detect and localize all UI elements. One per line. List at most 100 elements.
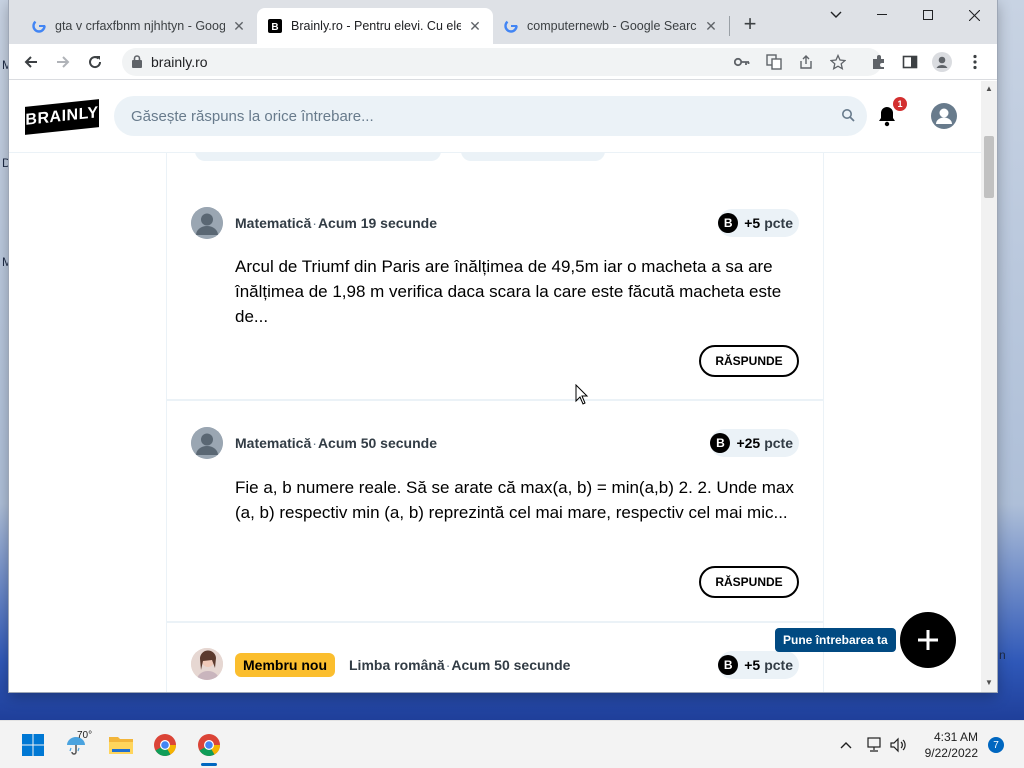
- brainly-page: Matematică·Acum 19 secunde B +5 pcte Arc…: [9, 81, 981, 692]
- system-clock[interactable]: 4:31 AM 9/22/2022: [912, 729, 978, 761]
- chevron-up-icon: [840, 742, 852, 749]
- weather-temperature: 70°: [77, 730, 93, 741]
- google-icon: [31, 18, 47, 34]
- points-badge: B +5 pcte: [718, 651, 799, 679]
- share-icon[interactable]: [797, 53, 815, 71]
- tab-brainly[interactable]: B Brainly.ro - Pentru elevi. Cu elevi. ✕: [257, 8, 493, 44]
- points-value: +5: [744, 657, 761, 673]
- user-profile-button[interactable]: [931, 103, 957, 134]
- subject-label[interactable]: Matematică: [235, 435, 311, 451]
- notification-center-badge[interactable]: 7: [988, 737, 1004, 753]
- minimize-icon: [877, 14, 887, 15]
- network-button[interactable]: [864, 735, 884, 755]
- chevron-down-icon: [830, 11, 842, 18]
- tab-computernewb-search[interactable]: computernewb - Google Search ✕: [493, 8, 729, 44]
- points-badge: B +5 pcte: [718, 209, 799, 237]
- points-unit: pcte: [764, 215, 793, 231]
- file-explorer-button[interactable]: [105, 729, 137, 761]
- tab-search-button[interactable]: [813, 0, 859, 30]
- reload-button[interactable]: [81, 48, 109, 76]
- question-meta: Matematică·Acum 50 secunde: [235, 435, 437, 451]
- search-input[interactable]: Găsește răspuns la orice întrebare...: [114, 96, 867, 136]
- profile-button[interactable]: [928, 48, 956, 76]
- browser-menu-button[interactable]: [961, 48, 989, 76]
- show-hidden-icons-button[interactable]: [836, 735, 856, 755]
- close-tab-icon[interactable]: ✕: [231, 18, 247, 35]
- points-value: +25: [736, 435, 761, 451]
- scroll-up-arrow-icon[interactable]: ▲: [985, 84, 993, 93]
- extensions-button[interactable]: [865, 48, 893, 76]
- maximize-button[interactable]: [905, 0, 951, 30]
- question-feed: Matematică·Acum 19 secunde B +5 pcte Arc…: [166, 81, 824, 692]
- translate-icon[interactable]: [765, 53, 783, 71]
- close-tab-icon[interactable]: ✕: [703, 18, 719, 35]
- chrome-active-taskbar-button[interactable]: [193, 729, 225, 761]
- network-icon: [867, 737, 881, 752]
- key-icon[interactable]: [733, 53, 751, 71]
- start-button[interactable]: [17, 729, 49, 761]
- google-icon: [503, 18, 519, 34]
- tab-separator: [729, 16, 730, 36]
- question-card[interactable]: Membru nou Limba română·Acum 50 secunde …: [167, 625, 823, 692]
- answer-button[interactable]: RĂSPUNDE: [699, 566, 799, 598]
- tab-gta-search[interactable]: gta v crfaxfbnm njhhtyn - Google ✕: [21, 8, 257, 44]
- new-tab-button[interactable]: +: [739, 13, 761, 36]
- browser-window: gta v crfaxfbnm njhhtyn - Google ✕ B Bra…: [9, 0, 997, 692]
- back-button[interactable]: [17, 48, 45, 76]
- default-avatar-icon: [191, 427, 223, 459]
- maximize-icon: [923, 10, 933, 20]
- more-vertical-icon: [973, 54, 977, 70]
- bookmark-star-icon[interactable]: [829, 53, 847, 71]
- notification-count-badge: 1: [893, 97, 907, 111]
- brainly-logo[interactable]: BRAINLY: [25, 99, 99, 135]
- user-avatar[interactable]: [191, 648, 223, 680]
- scroll-down-arrow-icon[interactable]: ▼: [985, 678, 993, 687]
- side-panel-button[interactable]: [896, 48, 924, 76]
- question-text[interactable]: Arcul de Triumf din Paris are înălțimea …: [235, 254, 805, 329]
- tab-strip: gta v crfaxfbnm njhhtyn - Google ✕ B Bra…: [9, 0, 997, 44]
- clock-date: 9/22/2022: [924, 746, 978, 760]
- subject-label[interactable]: Matematică: [235, 215, 311, 231]
- brainly-points-icon: B: [718, 213, 739, 233]
- address-bar[interactable]: brainly.ro: [122, 48, 882, 76]
- brainly-icon: B: [267, 18, 283, 34]
- reload-icon: [89, 56, 102, 69]
- answer-button[interactable]: RĂSPUNDE: [699, 345, 799, 377]
- notifications-button[interactable]: [877, 105, 897, 132]
- volume-button[interactable]: [888, 735, 908, 755]
- close-window-button[interactable]: [951, 0, 997, 30]
- question-meta: Matematică·Acum 19 secunde: [235, 215, 437, 231]
- scrollbar-thumb[interactable]: [984, 136, 994, 198]
- points-value: +5: [744, 215, 761, 231]
- ask-question-label[interactable]: Pune întrebarea ta: [775, 628, 896, 652]
- url-text: brainly.ro: [151, 54, 208, 70]
- user-avatar[interactable]: [191, 207, 223, 239]
- user-avatar[interactable]: [191, 427, 223, 459]
- chrome-taskbar-button[interactable]: [149, 729, 181, 761]
- desktop-icon-label: n: [999, 648, 1006, 662]
- tab-title: gta v crfaxfbnm njhhtyn - Google: [55, 19, 225, 33]
- question-meta: Limba română·Acum 50 secunde: [349, 657, 570, 673]
- subject-label[interactable]: Limba română: [349, 657, 445, 673]
- clock-time: 4:31 AM: [933, 730, 978, 744]
- brainly-points-icon: B: [718, 655, 739, 675]
- meta-separator: ·: [312, 435, 317, 451]
- forward-button[interactable]: [49, 48, 77, 76]
- back-arrow-icon: [24, 56, 37, 68]
- plus-icon: [918, 630, 938, 650]
- points-unit: pcte: [764, 435, 793, 451]
- meta-separator: ·: [312, 215, 317, 231]
- question-card[interactable]: Matematică·Acum 50 secunde B +25 pcte Fi…: [167, 403, 823, 623]
- default-avatar-icon: [191, 207, 223, 239]
- folder-icon: [109, 737, 133, 754]
- new-member-badge: Membru nou: [235, 653, 335, 677]
- close-tab-icon[interactable]: ✕: [467, 18, 483, 35]
- question-text[interactable]: Fie a, b numere reale. Să se arate că ma…: [235, 475, 805, 525]
- question-time: Acum 50 secunde: [317, 435, 437, 451]
- lock-icon: [132, 55, 142, 68]
- question-card[interactable]: Matematică·Acum 19 secunde B +5 pcte Arc…: [167, 161, 823, 401]
- page-scrollbar[interactable]: ▲ ▼: [981, 81, 997, 692]
- minimize-button[interactable]: [859, 0, 905, 30]
- profile-icon: [932, 52, 952, 72]
- ask-question-button[interactable]: [900, 612, 956, 668]
